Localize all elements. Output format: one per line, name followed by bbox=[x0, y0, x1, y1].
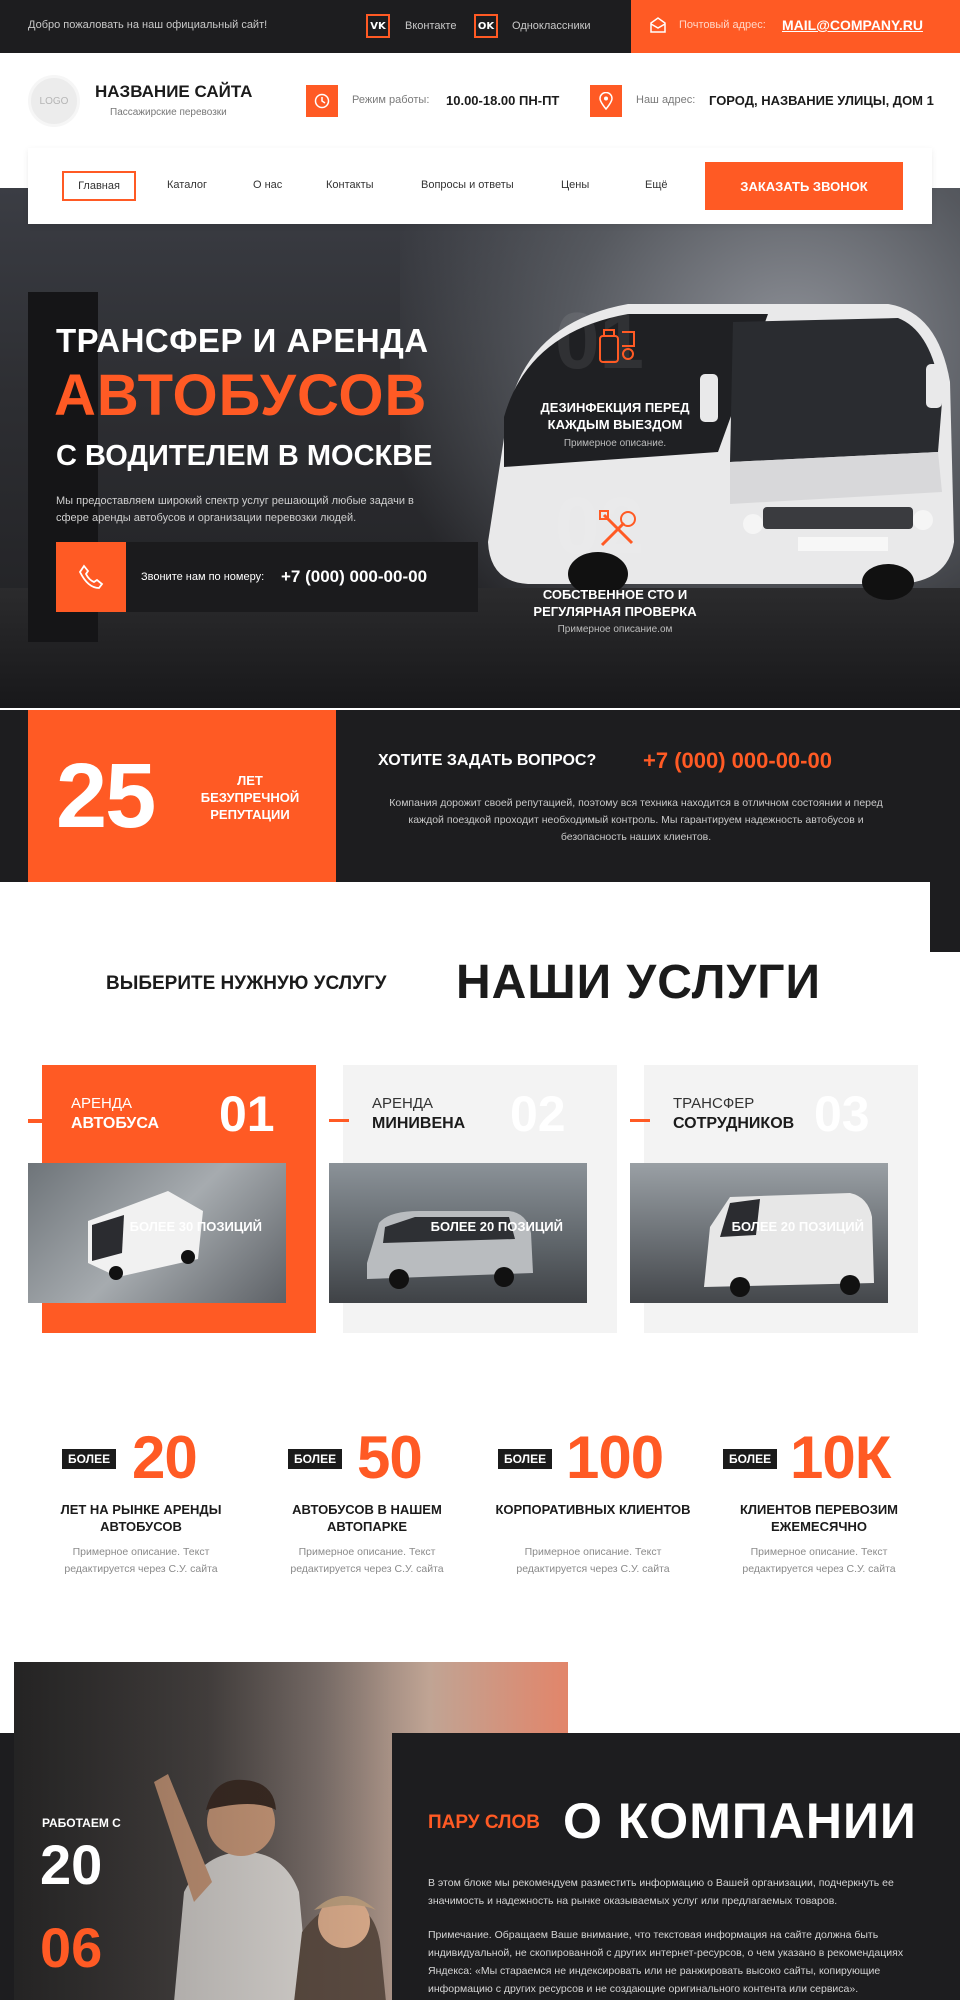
hero-phone-label: Звоните нам по номеру: bbox=[141, 571, 265, 583]
phone-icon bbox=[56, 542, 126, 612]
stat-number: 20 bbox=[132, 1424, 198, 1491]
stat-description: Примерное описание. Текст редактируется … bbox=[64, 1546, 218, 1575]
clock-icon bbox=[306, 85, 338, 117]
mail-icon bbox=[649, 16, 667, 39]
hero-title-line2: АВТОБУСОВ bbox=[54, 363, 428, 428]
disinfection-icon bbox=[594, 322, 640, 373]
vk-icon[interactable]: VK bbox=[366, 14, 390, 38]
location-icon bbox=[590, 85, 622, 117]
services-subtitle: ВЫБЕРИТЕ НУЖНУЮ УСЛУГУ bbox=[106, 973, 387, 994]
works-since-year-b: 06 bbox=[40, 1916, 103, 1979]
stat-title: КОРПОРАТИВНЫХ КЛИЕНТОВ bbox=[495, 1502, 691, 1517]
stat-number: 10К bbox=[790, 1424, 891, 1491]
vk-link[interactable]: Вконтакте bbox=[405, 20, 456, 32]
nav-item-more[interactable]: Ещё bbox=[645, 179, 668, 191]
card-title-bottom: СОТРУДНИКОВ bbox=[673, 1115, 795, 1132]
site-subtitle: Пассажирские перевозки bbox=[110, 107, 227, 118]
nav-item-prices[interactable]: Цены bbox=[561, 179, 589, 191]
minivan-photo: БОЛЕЕ 20 ПОЗИЦИЙ bbox=[329, 1163, 587, 1303]
feature-title: СОБСТВЕННОЕ СТО И РЕГУЛЯРНАЯ ПРОВЕРКА bbox=[533, 587, 697, 619]
hero-phone-bar: Звоните нам по номеру: +7 (000) 000-00-0… bbox=[56, 542, 478, 612]
years-number: 25 bbox=[56, 745, 156, 847]
card-title-top: ТРАНСФЕР bbox=[673, 1095, 755, 1112]
card-tag: БОЛЕЕ 30 ПОЗИЦИЙ bbox=[129, 1219, 262, 1234]
card-tag: БОЛЕЕ 20 ПОЗИЦИЙ bbox=[731, 1219, 864, 1234]
feature-description: Примерное описание. bbox=[563, 438, 667, 449]
feature-description: Примерное описание.ом bbox=[557, 624, 673, 635]
about-subtitle: ПАРУ СЛОВ bbox=[428, 1812, 540, 1833]
callback-button[interactable]: ЗАКАЗАТЬ ЗВОНОК bbox=[705, 162, 903, 210]
ok-link[interactable]: Одноклассники bbox=[512, 20, 591, 32]
address-label: Наш адрес: bbox=[636, 94, 696, 106]
logo[interactable]: LOGO bbox=[28, 75, 80, 127]
question-phone-link[interactable]: +7 (000) 000-00-00 bbox=[643, 748, 832, 774]
about-title: О КОМПАНИИ bbox=[563, 1793, 917, 1849]
site-name[interactable]: НАЗВАНИЕ САЙТА bbox=[95, 82, 252, 102]
service-card[interactable]: АРЕНДА АВТОБУСА 01 БОЛЕЕ 30 ПОЗИЦИЙ bbox=[28, 1065, 316, 1333]
stat-number: 100 bbox=[566, 1424, 664, 1491]
mail-box: Почтовый адрес: MAIL@COMPANY.RU bbox=[631, 0, 960, 53]
card-tag: БОЛЕЕ 20 ПОЗИЦИЙ bbox=[430, 1219, 563, 1234]
stat-title: ЛЕТ НА РЫНКЕ АРЕНДЫ АВТОБУСОВ bbox=[60, 1502, 222, 1534]
mail-label: Почтовый адрес: bbox=[679, 19, 766, 31]
card-title-bottom: АВТОБУСА bbox=[71, 1115, 160, 1132]
nav-item-contacts[interactable]: Контакты bbox=[326, 179, 374, 191]
wrench-icon bbox=[594, 507, 640, 558]
bus-photo: БОЛЕЕ 30 ПОЗИЦИЙ bbox=[28, 1163, 286, 1303]
hero-phone-link[interactable]: +7 (000) 000-00-00 bbox=[281, 567, 427, 587]
stat-description: Примерное описание. Текст редактируется … bbox=[742, 1546, 896, 1575]
nav-item-faq[interactable]: Вопросы и ответы bbox=[421, 179, 514, 191]
works-since-year-a: 20 bbox=[40, 1833, 103, 1896]
transfer-photo: БОЛЕЕ 20 ПОЗИЦИЙ bbox=[630, 1163, 888, 1303]
hero-description: Мы предоставляем широкий спектр услуг ре… bbox=[56, 495, 414, 524]
card-number: 03 bbox=[814, 1086, 870, 1142]
card-accent-line bbox=[630, 1119, 650, 1122]
hours-value: 10.00-18.00 ПН-ПТ bbox=[446, 93, 560, 108]
reputation-decor bbox=[930, 880, 960, 952]
card-accent-line bbox=[28, 1119, 42, 1122]
stat-badge: БОЛЕЕ bbox=[62, 1449, 117, 1469]
welcome-text: Добро пожаловать на наш официальный сайт… bbox=[28, 19, 268, 31]
stat-title: КЛИЕНТОВ ПЕРЕВОЗИМ ЕЖЕМЕСЯЧНО bbox=[739, 1502, 899, 1534]
hero-title-line3: С ВОДИТЕЛЕМ В МОСКВЕ bbox=[56, 440, 433, 472]
stat-badge: БОЛЕЕ bbox=[723, 1449, 778, 1469]
nav-item-catalog[interactable]: Каталог bbox=[167, 179, 207, 191]
about-paragraph: В этом блоке мы рекомендуем разместить и… bbox=[428, 1877, 894, 1907]
years-text: ЛЕТ БЕЗУПРЕЧНОЙ РЕПУТАЦИИ bbox=[200, 773, 300, 822]
service-card[interactable]: АРЕНДА МИНИВЕНА 02 БОЛЕЕ 20 ПОЗИЦИЙ bbox=[329, 1065, 617, 1333]
nav-item-about[interactable]: О нас bbox=[253, 179, 282, 191]
service-card[interactable]: ТРАНСФЕР СОТРУДНИКОВ 03 БОЛЕЕ 20 ПОЗИЦИЙ bbox=[630, 1065, 918, 1333]
stat-title: АВТОБУСОВ В НАШЕМ АВТОПАРКЕ bbox=[292, 1502, 442, 1534]
card-number: 02 bbox=[510, 1086, 566, 1142]
card-title-top: АРЕНДА bbox=[71, 1095, 133, 1112]
card-accent-line bbox=[329, 1119, 349, 1122]
question-heading: ХОТИТЕ ЗАДАТЬ ВОПРОС? bbox=[378, 752, 597, 769]
nav-item-home[interactable]: Главная bbox=[62, 171, 136, 201]
address-value: ГОРОД, НАЗВАНИЕ УЛИЦЫ, ДОМ 1 bbox=[709, 93, 934, 108]
works-since-label: РАБОТАЕМ С bbox=[42, 1816, 121, 1830]
card-title-top: АРЕНДА bbox=[372, 1095, 434, 1112]
card-number: 01 bbox=[219, 1086, 275, 1142]
mail-link[interactable]: MAIL@COMPANY.RU bbox=[782, 17, 923, 33]
stat-badge: БОЛЕЕ bbox=[498, 1449, 553, 1469]
stat-description: Примерное описание. Текст редактируется … bbox=[516, 1546, 670, 1575]
stat-badge: БОЛЕЕ bbox=[288, 1449, 343, 1469]
hero-title-line1: ТРАНСФЕР И АРЕНДА bbox=[56, 322, 429, 359]
stat-number: 50 bbox=[357, 1424, 423, 1491]
services-title: НАШИ УСЛУГИ bbox=[456, 956, 821, 1009]
main-nav: Главная Каталог О нас Контакты Вопросы и… bbox=[28, 148, 932, 224]
reputation-description: Компания дорожит своей репутацией, поэто… bbox=[389, 797, 883, 843]
hours-label: Режим работы: bbox=[352, 94, 430, 106]
about-note: Примечание. Обращаем Ваше внимание, что … bbox=[428, 1929, 904, 1995]
card-title-bottom: МИНИВЕНА bbox=[372, 1115, 466, 1132]
stat-description: Примерное описание. Текст редактируется … bbox=[290, 1546, 444, 1575]
feature-title: ДЕЗИНФЕКЦИЯ ПЕРЕД КАЖДЫМ ВЫЕЗДОМ bbox=[540, 400, 690, 432]
ok-icon[interactable]: OK bbox=[474, 14, 498, 38]
